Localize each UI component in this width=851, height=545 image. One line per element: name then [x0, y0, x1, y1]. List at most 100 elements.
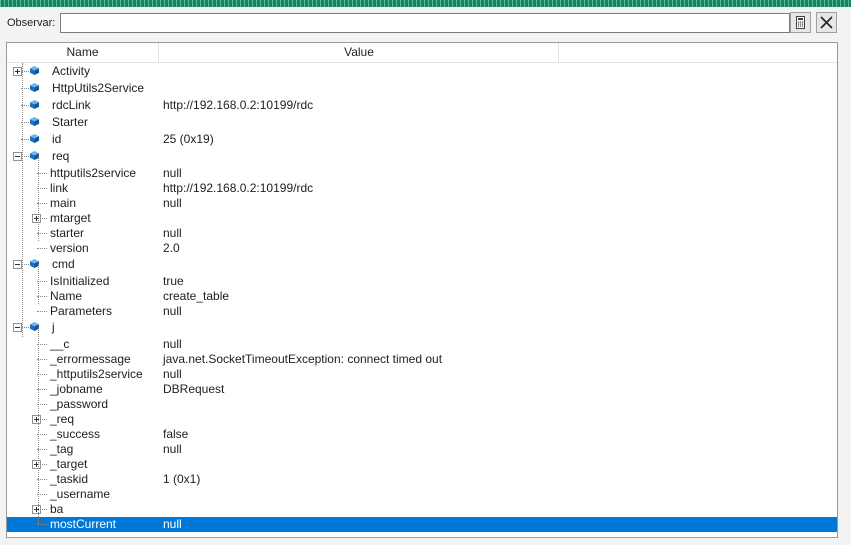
tree-row[interactable]: _username: [7, 487, 837, 502]
tree-row-name: httputils2service: [50, 166, 137, 180]
tree-row-value: http://192.168.0.2:10199/rdc: [163, 181, 314, 195]
tree-row[interactable]: req: [7, 148, 837, 165]
tree-row-name: rdcLink: [52, 98, 91, 112]
tree-connector: [22, 63, 23, 337]
tree-connector: [38, 156, 39, 241]
tree-row[interactable]: id 25 (0x19): [7, 131, 837, 148]
tree-row[interactable]: ba: [7, 502, 837, 517]
tree-row[interactable]: httputils2service null: [7, 166, 837, 181]
tree-row-name: Starter: [52, 115, 89, 129]
tree-row-name: _httputils2service: [50, 367, 143, 381]
collapse-minus-icon[interactable]: [13, 323, 22, 332]
tree-row-name: req: [52, 149, 70, 163]
tree-row-name: _errormessage: [50, 352, 131, 366]
tree-row[interactable]: _req: [7, 412, 837, 427]
tree-row[interactable]: _taskid 1 (0x1): [7, 472, 837, 487]
tree-row-value: null: [163, 442, 182, 456]
tree-row-name: Name: [50, 289, 83, 303]
tree-row[interactable]: _errormessage java.net.SocketTimeoutExcep…: [7, 352, 837, 367]
panel-margin: [838, 42, 851, 538]
tree-row-name: Parameters: [50, 304, 113, 318]
tree-row-value: null: [163, 226, 182, 240]
column-header-value[interactable]: Value: [159, 43, 559, 62]
collapse-minus-icon[interactable]: [13, 152, 22, 161]
column-header: Name Value: [7, 43, 837, 63]
object-cube-icon: [30, 117, 39, 126]
tree-row-name: _req: [50, 412, 75, 426]
expand-plus-icon[interactable]: [32, 214, 41, 223]
tree-row-name: _password: [50, 397, 109, 411]
watch-label: Observar:: [7, 17, 56, 29]
tree-row-name: cmd: [52, 257, 75, 271]
tree-row[interactable]: HttpUtils2Service: [7, 80, 837, 97]
tree-row-name: _tag: [50, 442, 74, 456]
tree-row[interactable]: _target: [7, 457, 837, 472]
tree-row-name: _taskid: [50, 472, 89, 486]
tree-row-value: null: [163, 337, 182, 351]
tree-row[interactable]: mtarget: [7, 211, 837, 226]
tree-row-value: null: [163, 166, 182, 180]
tree-connector: [38, 327, 39, 525]
tree-row-value: http://192.168.0.2:10199/rdc: [163, 98, 314, 112]
tree-row[interactable]: mostCurrent null: [7, 517, 837, 532]
tree-row[interactable]: starter null: [7, 226, 837, 241]
calculator-icon: [796, 16, 805, 29]
tree-row[interactable]: __c null: [7, 337, 837, 352]
tree-row-value: java.net.SocketTimeoutException: connect…: [163, 352, 443, 366]
tree-row-name: starter: [50, 226, 85, 240]
tree-row[interactable]: cmd: [7, 256, 837, 273]
bottom-margin: [0, 538, 851, 545]
tree-row-value: DBRequest: [163, 382, 225, 396]
tree-row[interactable]: _tag null: [7, 442, 837, 457]
tree-row-value: null: [163, 367, 182, 381]
tree-row[interactable]: Parameters null: [7, 304, 837, 319]
watch-expression-input[interactable]: [60, 13, 790, 33]
tree-row[interactable]: Starter: [7, 114, 837, 131]
tree-connector: [37, 311, 47, 312]
expand-plus-icon[interactable]: [32, 415, 41, 424]
tree-row-name: ba: [50, 502, 64, 516]
close-button[interactable]: [816, 12, 837, 33]
tree-row-name: mostCurrent: [50, 517, 117, 531]
tree-row-value: null: [163, 304, 182, 318]
watch-tree-panel: Name Value Activity HttpUtils2Service rdcL…: [6, 42, 838, 538]
tree-row-name: id: [52, 132, 62, 146]
tree-row-name: _target: [50, 457, 88, 471]
tree-row[interactable]: _httputils2service null: [7, 367, 837, 382]
expand-plus-icon[interactable]: [13, 67, 22, 76]
tree-row[interactable]: Name create_table: [7, 289, 837, 304]
tree-row-name: __c: [50, 337, 70, 351]
tree-row[interactable]: _jobname DBRequest: [7, 382, 837, 397]
expand-plus-icon[interactable]: [32, 460, 41, 469]
tree-row-value: null: [163, 196, 182, 210]
collapse-minus-icon[interactable]: [13, 260, 22, 269]
tree-row[interactable]: _success false: [7, 427, 837, 442]
tree-row-name: main: [50, 196, 77, 210]
tree-row[interactable]: link http://192.168.0.2:10199/rdc: [7, 181, 837, 196]
expand-plus-icon[interactable]: [32, 505, 41, 514]
tree-row-value: create_table: [163, 289, 230, 303]
tree-connector: [38, 264, 39, 304]
column-divider[interactable]: [558, 43, 559, 62]
tree-row-name: j: [52, 320, 55, 334]
tree-row-value: 2.0: [163, 241, 180, 255]
tree-row-value: 1 (0x1): [163, 472, 201, 486]
tree-row[interactable]: rdcLink http://192.168.0.2:10199/rdc: [7, 97, 837, 114]
tree-row-name: IsInitialized: [50, 274, 110, 288]
tree-row[interactable]: IsInitialized true: [7, 274, 837, 289]
tree-row[interactable]: version 2.0: [7, 241, 837, 256]
calculator-button[interactable]: [790, 12, 811, 33]
tree-row-name: link: [50, 181, 69, 195]
column-header-name[interactable]: Name: [7, 43, 158, 62]
tree-row-name: mtarget: [50, 211, 91, 225]
tree-row[interactable]: j: [7, 319, 837, 336]
tree-row[interactable]: _password: [7, 397, 837, 412]
object-cube-icon: [30, 134, 39, 143]
tree-row-name: _success: [50, 427, 101, 441]
tree-row[interactable]: main null: [7, 196, 837, 211]
tree-row-name: _username: [50, 487, 111, 501]
tree-row[interactable]: Activity: [7, 63, 837, 80]
tree-connector: [37, 248, 47, 249]
object-cube-icon: [30, 83, 39, 92]
title-strip: [0, 0, 851, 7]
